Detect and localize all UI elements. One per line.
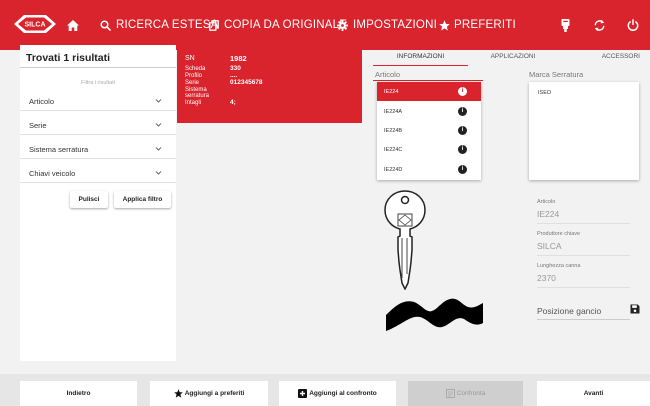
chevron-down-icon bbox=[155, 147, 162, 151]
article-code: IE224A bbox=[384, 109, 403, 115]
tab-accessori[interactable]: ACCESSORI bbox=[558, 46, 650, 66]
active-tab-indicator bbox=[373, 65, 468, 66]
filter-chiavi-veicolo-dropdown[interactable]: Chiavi veicolo bbox=[20, 162, 176, 183]
card-value: 012345678 bbox=[230, 79, 263, 86]
article-code: IE224 bbox=[384, 89, 399, 95]
card-key: Profilo bbox=[185, 73, 203, 79]
info-icon[interactable]: i bbox=[458, 165, 467, 174]
filter-serie-dropdown[interactable]: Serie bbox=[20, 114, 176, 135]
article-code: IE224C bbox=[384, 147, 403, 153]
marca-serratura-label: Marca Serratura bbox=[529, 70, 584, 79]
chevron-down-icon bbox=[155, 171, 162, 175]
marca-value[interactable]: ISEO bbox=[538, 90, 551, 96]
posizione-gancio-input[interactable]: Posizione gancio bbox=[537, 306, 630, 316]
impostazioni-button[interactable]: IMPOSTAZIONI bbox=[337, 0, 437, 50]
tab-informazioni[interactable]: INFORMAZIONI bbox=[373, 46, 468, 66]
lunghezza-canna-field: Lunghezza canna 2370 bbox=[537, 263, 630, 288]
filter-articolo-dropdown[interactable]: Articolo bbox=[20, 90, 176, 111]
field-label: Produttore chiave bbox=[537, 231, 581, 237]
copy-icon bbox=[209, 19, 219, 31]
search-icon bbox=[100, 19, 111, 31]
articolo-section-label: Articolo bbox=[375, 70, 401, 79]
info-icon[interactable]: i bbox=[458, 107, 467, 116]
articolo-underline bbox=[373, 80, 483, 81]
add-to-compare-icon bbox=[298, 389, 308, 398]
card-key: Intagli bbox=[185, 100, 202, 106]
copia-da-originale-label: COPIA DA ORIGINALE bbox=[224, 19, 348, 31]
gear-icon bbox=[337, 19, 348, 31]
impostazioni-label: IMPOSTAZIONI bbox=[353, 19, 437, 31]
compare-icon bbox=[445, 389, 455, 398]
preferiti-label: PREFERITI bbox=[454, 19, 516, 31]
logo-text: SILCA bbox=[25, 22, 46, 29]
filter-label: Articolo bbox=[29, 97, 55, 106]
card-key: Sistema serratura bbox=[185, 87, 210, 99]
card-value: 4; bbox=[230, 99, 236, 106]
list-item[interactable]: IE224A i bbox=[377, 102, 481, 121]
results-panel: Trovati 1 risultati Filtra i risultati A… bbox=[20, 45, 176, 361]
result-card[interactable]: SN 1982 Scheda 330 Profilo .... Serie 01… bbox=[177, 45, 362, 123]
field-label: Articolo bbox=[537, 199, 556, 205]
ricerca-estesa-label: RICERCA ESTESA bbox=[116, 19, 219, 31]
list-item[interactable]: IE224B i bbox=[377, 121, 481, 140]
article-code: IE224B bbox=[384, 128, 403, 134]
indietro-button[interactable]: Indietro bbox=[20, 381, 137, 406]
silca-logo[interactable]: SILCA bbox=[12, 13, 58, 35]
filter-heading: Filtra i risultati bbox=[81, 80, 115, 86]
field-value: IE224 bbox=[537, 209, 630, 224]
posizione-gancio-underline bbox=[537, 319, 630, 320]
preferiti-button[interactable]: PREFERITI bbox=[439, 0, 516, 50]
chevron-down-icon bbox=[155, 99, 162, 103]
home-icon[interactable] bbox=[67, 0, 79, 50]
filter-label: Chiavi veicolo bbox=[29, 169, 76, 178]
results-title: Trovati 1 risultati bbox=[26, 52, 111, 64]
copia-da-originale-button[interactable]: COPIA DA ORIGINALE bbox=[209, 0, 347, 50]
star-icon bbox=[173, 389, 183, 398]
filter-label: Serie bbox=[29, 121, 47, 130]
card-value: 1982 bbox=[230, 54, 247, 63]
marca-serratura-list: ISEO bbox=[529, 82, 639, 180]
aggiungi-confronto-label: Aggiungi al confronto bbox=[309, 390, 377, 397]
card-key: SN bbox=[185, 55, 195, 62]
confronta-button[interactable]: Confronta bbox=[408, 381, 523, 406]
key-image bbox=[384, 190, 426, 290]
card-key: Scheda bbox=[185, 66, 206, 72]
key-cutter-icon[interactable] bbox=[561, 0, 570, 50]
aggiungi-confronto-button[interactable]: Aggiungi al confronto bbox=[279, 381, 396, 406]
list-item[interactable]: IE224D i bbox=[377, 160, 481, 179]
avanti-label: Avanti bbox=[583, 390, 604, 397]
field-value: 2370 bbox=[537, 273, 630, 288]
list-item[interactable]: IE224 i bbox=[377, 82, 481, 101]
aggiungi-preferiti-label: Aggiungi a preferiti bbox=[184, 390, 245, 397]
sync-icon[interactable] bbox=[594, 0, 605, 50]
save-icon[interactable] bbox=[630, 304, 640, 314]
avanti-button[interactable]: Avanti bbox=[537, 381, 650, 406]
filter-label: Sistema serratura bbox=[29, 145, 89, 154]
articolo-field: Articolo IE224 bbox=[537, 199, 630, 224]
chevron-down-icon bbox=[155, 123, 162, 127]
info-icon[interactable]: i bbox=[458, 126, 467, 135]
top-bar: SILCA RICERCA ESTESA COPIA DA ORIGINALE … bbox=[0, 0, 650, 50]
ricerca-estesa-button[interactable]: RICERCA ESTESA bbox=[100, 0, 219, 50]
indietro-label: Indietro bbox=[66, 390, 91, 397]
power-icon[interactable] bbox=[627, 0, 639, 50]
field-label: Lunghezza canna bbox=[537, 263, 581, 269]
article-code: IE224D bbox=[384, 167, 403, 173]
list-item[interactable]: IE224C i bbox=[377, 140, 481, 159]
info-icon[interactable]: i bbox=[458, 145, 467, 154]
tab-applicazioni[interactable]: APPLICAZIONI bbox=[468, 46, 558, 66]
filter-sistema-serratura-dropdown[interactable]: Sistema serratura bbox=[20, 138, 176, 159]
star-icon bbox=[439, 19, 450, 30]
divider bbox=[20, 67, 176, 68]
produttore-chiave-field: Produttore chiave SILCA bbox=[537, 231, 630, 256]
apply-filter-button[interactable]: Applica filtro bbox=[114, 191, 171, 208]
card-key: Serie bbox=[185, 80, 200, 86]
article-list: IE224 i IE224A i IE224B i IE224C i IE224… bbox=[377, 82, 481, 180]
aggiungi-preferiti-button[interactable]: Aggiungi a preferiti bbox=[150, 381, 268, 406]
clear-filter-button[interactable]: Pulisci bbox=[70, 191, 108, 208]
field-value: SILCA bbox=[537, 241, 630, 256]
info-icon[interactable]: i bbox=[458, 87, 467, 96]
key-cut-profile-image bbox=[386, 298, 483, 331]
confronta-label: Confronta bbox=[456, 390, 486, 397]
